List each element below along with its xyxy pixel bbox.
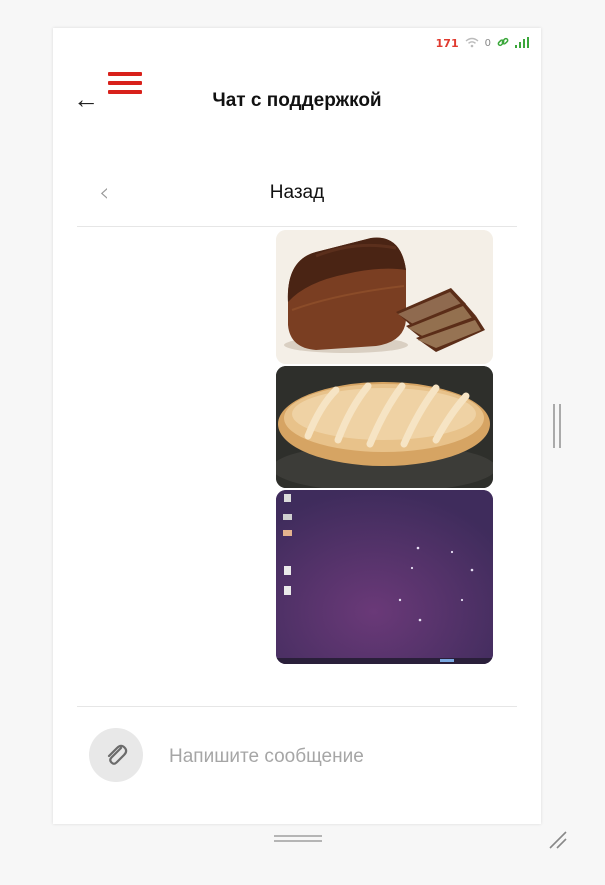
resize-corner-icon[interactable] xyxy=(546,828,568,850)
message-image-brown-bread[interactable] xyxy=(276,230,493,364)
wifi-icon xyxy=(465,37,479,51)
signal-icon xyxy=(515,36,529,51)
paperclip-icon xyxy=(107,744,128,765)
message-image-white-loaf[interactable] xyxy=(276,366,493,488)
message-composer xyxy=(53,718,541,798)
back-nav[interactable]: ‹ Назад xyxy=(53,168,541,226)
status-data-count: 0 xyxy=(484,38,491,49)
message-input[interactable] xyxy=(167,742,491,772)
message-image-desktop-screenshot[interactable] xyxy=(276,490,493,664)
divider xyxy=(77,706,517,707)
chat-window: 171 0 ← Чат с поддержкой ‹ Назад xyxy=(53,28,541,824)
resize-handle-right[interactable] xyxy=(551,404,563,448)
divider xyxy=(77,226,517,227)
top-bar: ← Чат с поддержкой xyxy=(53,72,541,128)
status-bar: 171 0 xyxy=(436,36,529,51)
page-title: Чат с поддержкой xyxy=(212,90,382,111)
attach-button[interactable] xyxy=(89,728,143,782)
status-counter: 171 xyxy=(435,37,459,50)
back-label[interactable]: Назад xyxy=(53,182,541,204)
resize-handle-bottom[interactable] xyxy=(274,834,322,844)
link-icon xyxy=(497,36,509,51)
